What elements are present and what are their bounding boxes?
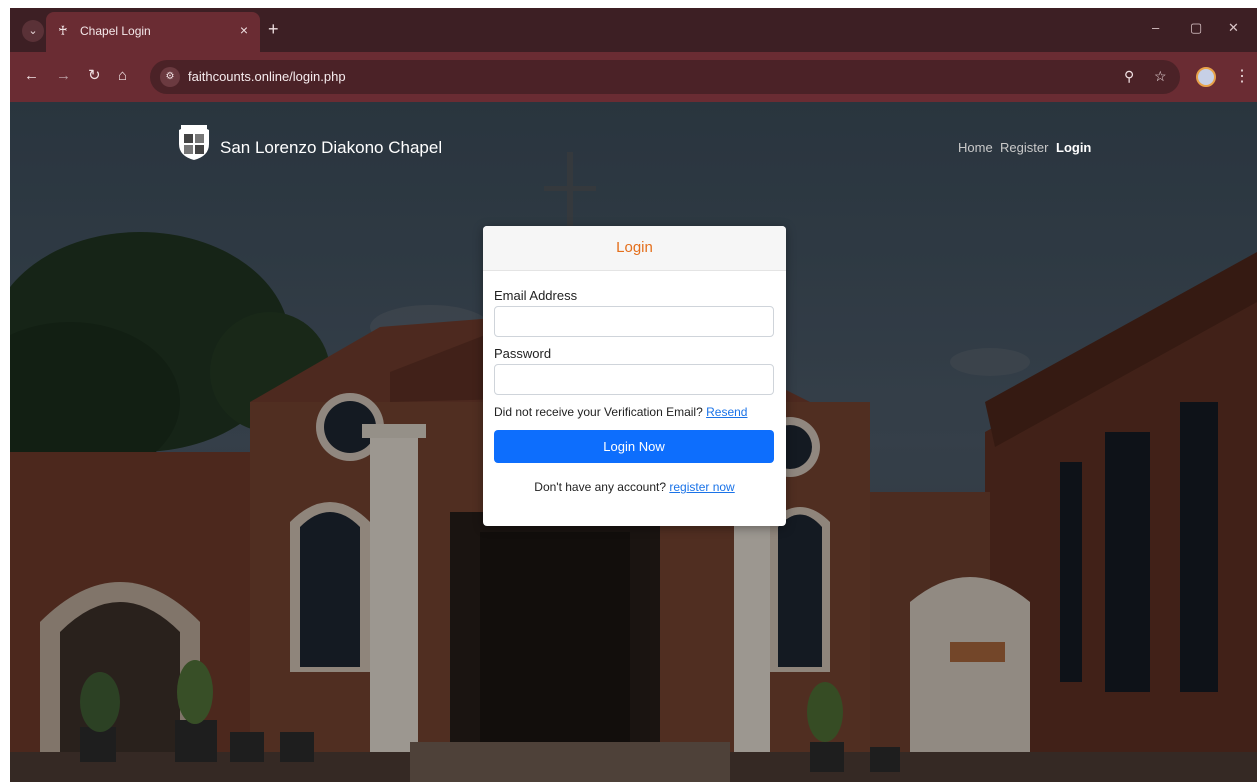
- email-field[interactable]: [494, 306, 774, 337]
- minimize-button[interactable]: –: [1152, 20, 1159, 35]
- password-label: Password: [494, 346, 552, 361]
- profile-avatar[interactable]: [1196, 67, 1216, 87]
- register-prompt: Don't have any account? register now: [483, 480, 786, 494]
- nav-register[interactable]: Register: [1000, 140, 1048, 155]
- verification-notice: Did not receive your Verification Email?…: [494, 405, 747, 419]
- close-window-button[interactable]: ✕: [1228, 20, 1239, 36]
- password-field[interactable]: [494, 364, 774, 395]
- verification-text: Did not receive your Verification Email?: [494, 405, 703, 419]
- forward-icon[interactable]: →: [56, 68, 71, 84]
- home-icon[interactable]: ⌂: [118, 68, 127, 84]
- menu-kebab-icon[interactable]: ⋮: [1234, 66, 1250, 86]
- tab-chapel-login[interactable]: ♰ Chapel Login ×: [46, 12, 260, 52]
- tab-search-icon[interactable]: ⌄: [22, 20, 44, 42]
- nav-login[interactable]: Login: [1056, 140, 1091, 155]
- brand-name[interactable]: San Lorenzo Diakono Chapel: [220, 138, 442, 158]
- browser-toolbar: ← → ↻ ⌂ ⚙ faithcounts.online/login.php ⚲…: [10, 52, 1257, 102]
- no-account-text: Don't have any account?: [534, 480, 666, 494]
- address-bar[interactable]: ⚙ faithcounts.online/login.php ⚲ ☆: [150, 60, 1180, 94]
- resend-link[interactable]: Resend: [706, 405, 747, 419]
- nav-home[interactable]: Home: [958, 140, 993, 155]
- url-text[interactable]: faithcounts.online/login.php: [188, 69, 346, 84]
- register-now-link[interactable]: register now: [669, 480, 734, 494]
- tab-strip: ⌄ ♰ Chapel Login × + – ▢ ✕: [10, 8, 1257, 52]
- tab-title: Chapel Login: [80, 24, 151, 38]
- reload-icon[interactable]: ↻: [88, 68, 101, 84]
- chapel-favicon-icon: ♰: [58, 23, 68, 38]
- chapel-logo: [179, 125, 209, 160]
- restore-button[interactable]: ▢: [1190, 20, 1202, 36]
- bookmark-star-icon[interactable]: ☆: [1154, 68, 1167, 85]
- new-tab-button[interactable]: +: [268, 20, 279, 38]
- tab-close-icon[interactable]: ×: [240, 22, 248, 38]
- back-icon[interactable]: ←: [24, 68, 39, 84]
- page-viewport: San Lorenzo Diakono Chapel Home Register…: [10, 102, 1257, 782]
- login-title: Login: [483, 226, 786, 271]
- browser-window: ⌄ ♰ Chapel Login × + – ▢ ✕ ← → ↻ ⌂ ⚙ fai…: [10, 8, 1257, 782]
- email-label: Email Address: [494, 288, 578, 303]
- zoom-icon[interactable]: ⚲: [1124, 68, 1134, 85]
- login-card: Login Email Address Password Did not rec…: [483, 226, 786, 526]
- site-info-icon[interactable]: ⚙: [160, 67, 180, 87]
- login-now-button[interactable]: Login Now: [494, 430, 774, 463]
